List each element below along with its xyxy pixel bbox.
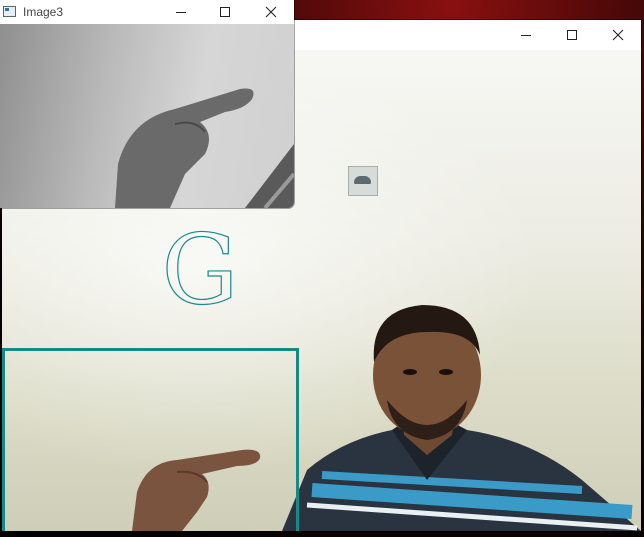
app-icon: [3, 6, 16, 17]
image3-title-bar[interactable]: Image3: [0, 0, 294, 24]
close-button[interactable]: [595, 20, 641, 50]
wall-socket: [348, 166, 378, 196]
minimize-icon: [176, 12, 186, 13]
maximize-icon: [567, 30, 577, 40]
maximize-button[interactable]: [549, 20, 595, 50]
image3-maximize-button[interactable]: [202, 0, 248, 24]
image3-window[interactable]: Image3: [0, 0, 294, 208]
minimize-button[interactable]: [503, 20, 549, 50]
predicted-letter: G: [161, 214, 239, 326]
image3-close-button[interactable]: [248, 0, 294, 24]
image3-window-title: Image3: [23, 5, 64, 19]
maximize-icon: [220, 7, 230, 17]
grayscale-hand: [115, 88, 294, 208]
roi-rectangle: [2, 348, 299, 531]
person-image: [282, 305, 641, 531]
grayscale-hand-image: [0, 24, 294, 208]
minimize-icon: [521, 35, 531, 36]
image3-minimize-button[interactable]: [158, 0, 204, 24]
close-icon: [612, 29, 624, 41]
close-icon: [265, 6, 277, 18]
